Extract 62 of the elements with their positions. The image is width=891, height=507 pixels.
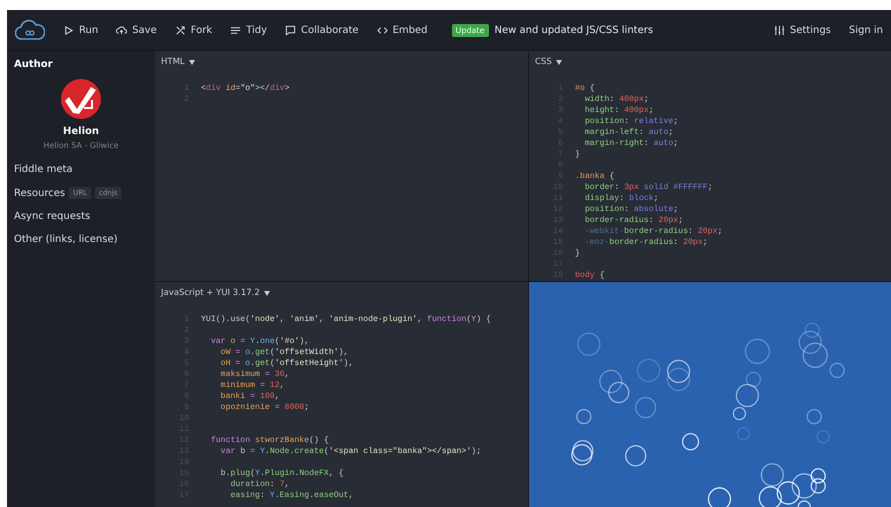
code-line: body { — [575, 270, 604, 281]
dropdown-icon — [264, 290, 270, 296]
code-line: oW = o.get('offsetWidth'), — [220, 347, 348, 358]
code-line: border: 3px solid #FFFFFF; — [584, 182, 713, 193]
notice-text[interactable]: New and updated JS/CSS linters — [494, 24, 654, 36]
code-line: margin-left: auto; — [584, 127, 674, 138]
section-heading: Author — [14, 59, 54, 70]
code-line: -webkit-border-radius: 20px; — [584, 226, 722, 237]
sidebar-section[interactable]: Fiddle meta — [14, 164, 73, 175]
dropdown-icon — [188, 60, 195, 64]
sidebar-section[interactable]: Async requests — [14, 211, 90, 222]
fork-icon — [174, 24, 186, 36]
chat-bubble-icon — [285, 24, 296, 36]
lines-icon — [230, 24, 242, 36]
code-line: } — [575, 248, 580, 259]
sidebar-section[interactable]: Other (links, license) — [14, 234, 118, 245]
panel-title[interactable]: JavaScript + YUI 3.17.2 — [161, 288, 270, 298]
run-button[interactable]: Run — [63, 22, 98, 38]
code-line: b.plug(Y.Plugin.NodeFX, { — [220, 468, 344, 479]
code-line: duration: 7, — [229, 479, 290, 490]
author-subtitle: Helion SA - Gliwice — [43, 141, 119, 150]
code-line: var o = Y.one('#o'), — [210, 336, 310, 347]
settings-icon — [774, 24, 785, 36]
code-line: width: 400px; — [584, 94, 649, 105]
code-line: display: block; — [584, 193, 659, 204]
cloud-upload-icon — [116, 24, 128, 36]
code-line: .banka { — [575, 171, 614, 182]
collaborate-button[interactable]: Collaborate — [285, 22, 359, 38]
update-badge: Update — [452, 24, 488, 36]
fork-button[interactable]: Fork — [174, 22, 212, 38]
code-line: -moz-border-radius: 20px; — [584, 237, 708, 248]
code-line: } — [575, 149, 580, 160]
panel-title[interactable]: CSS — [535, 57, 562, 67]
dropdown-icon — [556, 60, 562, 64]
sidebar-section[interactable]: Resources — [14, 188, 66, 198]
code-line: YUI().use('node', 'anim', 'anim-node-plugin', function(Y) { — [201, 314, 491, 325]
code-line: oH = o.get('offsetHeight'), — [220, 358, 354, 369]
code-line: easing: Y.Easing.easeOut, — [229, 490, 354, 501]
check-logo-icon — [60, 78, 102, 120]
code-line: margin-right: auto; — [584, 138, 678, 149]
settings-button[interactable]: Settings — [774, 22, 831, 38]
code-line: #o { — [575, 83, 595, 94]
embed-button[interactable]: Embed — [376, 22, 428, 38]
code-line: position: relative; — [584, 116, 678, 127]
code-line: position: absolute; — [584, 204, 678, 215]
sign-in-link[interactable]: Sign in — [848, 22, 883, 38]
code-line: <div id="o"></div> — [201, 83, 290, 94]
code-line: height: 400px; — [584, 105, 654, 116]
code-line: banki = 100, — [220, 391, 280, 402]
panel-title[interactable]: HTML — [161, 57, 195, 67]
play-icon — [63, 24, 74, 36]
cloud-logo-icon[interactable] — [15, 19, 45, 41]
code-line: border-radius: 20px; — [584, 215, 684, 226]
code-line: maksimum = 36, — [220, 369, 290, 380]
code-brackets-icon — [376, 24, 388, 36]
code-line: function stworzBanke() { — [210, 435, 329, 446]
code-line: opoznienie = 8000; — [220, 402, 310, 413]
author-name: Helion — [63, 126, 99, 137]
code-line: minimum = 12, — [220, 380, 285, 391]
save-button[interactable]: Save — [116, 22, 157, 38]
tidy-button[interactable]: Tidy — [230, 22, 268, 38]
code-line: var b = Y.Node.create('<span class="banka"></span>'); — [220, 446, 482, 457]
